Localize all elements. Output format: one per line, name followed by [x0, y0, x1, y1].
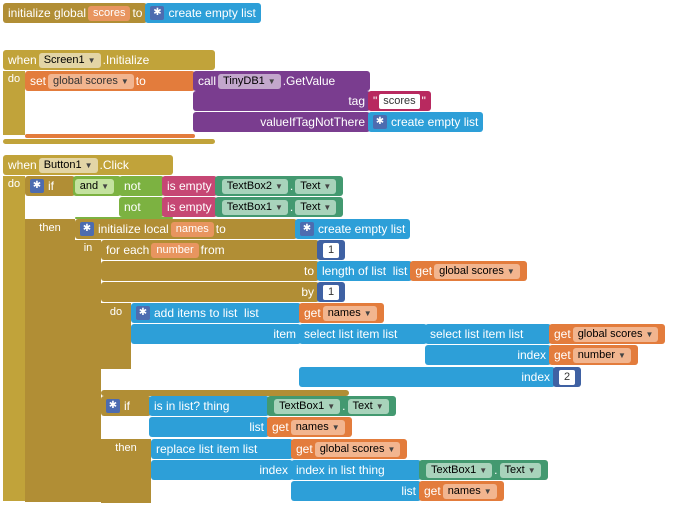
add-items-list[interactable]: ✱ add items to list list: [131, 303, 301, 323]
tb2-dd[interactable]: TextBox2▼: [222, 179, 288, 194]
list-slot2: list: [291, 481, 421, 501]
to-slot: to: [101, 261, 319, 281]
gear-icon[interactable]: ✱: [80, 222, 94, 236]
num-1a[interactable]: 1: [317, 240, 345, 260]
create-empty-list-block[interactable]: ✱ create empty list: [145, 3, 260, 23]
then-band: then: [25, 219, 75, 502]
do-band2: do: [3, 176, 25, 501]
in-band: in: [75, 240, 101, 502]
isempty-block2[interactable]: is empty: [162, 197, 217, 217]
textbox1-text[interactable]: TextBox1▼. Text▼: [215, 197, 344, 217]
kw-when: when: [8, 53, 37, 67]
get-global-scores[interactable]: get global scores▼: [410, 261, 526, 281]
string-scores[interactable]: "scores": [368, 91, 431, 111]
list-slot: list: [149, 417, 269, 437]
tag-slot: tag: [193, 91, 370, 111]
if2-block[interactable]: ✱ if: [101, 396, 151, 416]
do-band: do: [3, 71, 25, 135]
names-dd[interactable]: names▼: [323, 306, 377, 321]
screen1-dropdown[interactable]: Screen1▼: [39, 53, 101, 68]
when-button-click[interactable]: when Button1▼ .Click: [3, 155, 173, 175]
index-outer: index: [299, 367, 555, 387]
tinydb-dropdown[interactable]: TinyDB1▼: [218, 74, 281, 89]
not-block2[interactable]: not: [119, 197, 164, 217]
viftn-slot: valueIfTagNotThere: [193, 112, 370, 132]
when-tail: [3, 139, 215, 144]
tb1-dd3[interactable]: TextBox1▼: [426, 463, 492, 478]
get-names3[interactable]: get names▼: [419, 481, 504, 501]
text-dd2[interactable]: Text▼: [295, 200, 336, 215]
index-slot: index: [151, 460, 293, 480]
create-empty-list3[interactable]: ✱ create empty list: [295, 219, 410, 239]
getvalue-label: .GetValue: [283, 74, 335, 88]
gear-icon[interactable]: ✱: [106, 399, 120, 413]
index-inner: index: [425, 345, 551, 365]
gear-icon[interactable]: ✱: [373, 115, 387, 129]
textbox2-text[interactable]: TextBox2▼. Text▼: [215, 176, 344, 196]
indexinlist[interactable]: index in list thing: [291, 460, 421, 480]
gear-icon[interactable]: ✱: [300, 222, 314, 236]
by-slot: by: [101, 282, 319, 302]
get-number[interactable]: get number▼: [549, 345, 638, 365]
kw-init-global: initialize global: [8, 6, 86, 20]
kw-call: call: [198, 74, 216, 88]
global-scores-dropdown[interactable]: global scores▼: [48, 74, 134, 89]
and-block[interactable]: and▼: [73, 176, 121, 196]
foreach-block[interactable]: for each number from: [101, 240, 319, 260]
then2-band: then: [101, 439, 151, 503]
and-dropdown[interactable]: and▼: [75, 179, 114, 194]
isinlist[interactable]: is in list? thing: [149, 396, 269, 416]
set-global-scores[interactable]: set global scores▼ to: [25, 71, 195, 91]
get-global-scores2[interactable]: get global scores▼: [549, 324, 665, 344]
get-names2[interactable]: get names▼: [267, 417, 352, 437]
set-tail: [25, 134, 195, 138]
text-dd3[interactable]: Text▼: [348, 399, 389, 414]
kw-set: set: [30, 74, 46, 88]
gear-icon[interactable]: ✱: [136, 306, 150, 320]
get-names[interactable]: get names▼: [299, 303, 384, 323]
select-inner[interactable]: select list item list: [425, 324, 551, 344]
init-local-names[interactable]: ✱ initialize local names to: [75, 219, 297, 239]
gs-dd3[interactable]: global scores▼: [573, 327, 659, 342]
do-band3: do: [101, 303, 131, 369]
replace-list[interactable]: replace list item list: [151, 439, 293, 459]
names-dd2[interactable]: names▼: [291, 420, 345, 435]
number-var[interactable]: number: [151, 243, 198, 258]
init-global-block[interactable]: initialize global scores to: [3, 3, 147, 23]
isempty-block[interactable]: is empty: [162, 176, 217, 196]
create-empty-list-label: create empty list: [168, 6, 255, 20]
global-scores-dd2[interactable]: global scores▼: [434, 264, 520, 279]
number-dd[interactable]: number▼: [573, 348, 631, 363]
tb1-dd2[interactable]: TextBox1▼: [274, 399, 340, 414]
string-scores-value[interactable]: scores: [379, 94, 419, 109]
create-empty-list2[interactable]: ✱ create empty list: [368, 112, 483, 132]
kw-to: to: [136, 74, 146, 88]
gs-dd4[interactable]: global scores▼: [315, 442, 401, 457]
tb1-text2[interactable]: TextBox1▼. Text▼: [267, 396, 396, 416]
var-scores[interactable]: scores: [88, 6, 130, 21]
button1-dropdown[interactable]: Button1▼: [39, 158, 98, 173]
tb1-dd[interactable]: TextBox1▼: [222, 200, 288, 215]
length-of-list[interactable]: length of list list: [317, 261, 412, 281]
names-dd3[interactable]: names▼: [443, 484, 497, 499]
select-outer[interactable]: select list item list: [299, 324, 427, 344]
kw-to: to: [132, 6, 142, 20]
num-1b[interactable]: 1: [317, 282, 345, 302]
tb1-text3[interactable]: TextBox1▼. Text▼: [419, 460, 548, 480]
get-gs3[interactable]: get global scores▼: [291, 439, 407, 459]
gear-icon[interactable]: ✱: [150, 6, 164, 20]
gear-icon[interactable]: ✱: [30, 179, 44, 193]
call-tinydb-getvalue[interactable]: call TinyDB1▼ .GetValue: [193, 71, 370, 91]
event-initialize: .Initialize: [103, 53, 150, 67]
text-dd[interactable]: Text▼: [295, 179, 336, 194]
when-screen-init[interactable]: when Screen1▼ .Initialize: [3, 50, 215, 70]
num-2[interactable]: 2: [553, 367, 581, 387]
if-block[interactable]: ✱ if: [25, 176, 75, 196]
names-var[interactable]: names: [171, 222, 214, 237]
not-block[interactable]: not: [119, 176, 164, 196]
item-slot: item: [131, 324, 301, 344]
text-dd4[interactable]: Text▼: [500, 463, 541, 478]
